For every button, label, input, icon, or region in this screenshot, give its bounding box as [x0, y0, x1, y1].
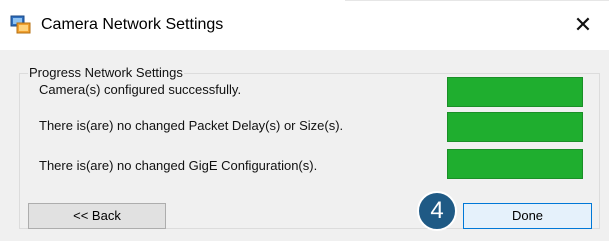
close-button[interactable]: ✕ [568, 13, 598, 39]
status-label-packet-delay: There is(are) no changed Packet Delay(s)… [39, 118, 344, 133]
done-button[interactable]: Done [463, 203, 592, 229]
app-network-icon [10, 15, 31, 34]
title-bar: Camera Network Settings ✕ [0, 0, 609, 50]
step-number-badge: 4 [417, 191, 457, 231]
back-button[interactable]: << Back [28, 203, 166, 229]
window-title: Camera Network Settings [41, 16, 224, 33]
status-label-gige-config: There is(are) no changed GigE Configurat… [39, 158, 318, 173]
group-title: Progress Network Settings [28, 65, 184, 81]
status-indicator-packet-delay [447, 112, 583, 142]
status-indicator-gige-config [447, 149, 583, 179]
dialog-body: Progress Network Settings Camera(s) conf… [0, 50, 609, 241]
status-label-camera-configured: Camera(s) configured successfully. [39, 82, 242, 97]
title-separator [345, 0, 609, 1]
status-indicator-camera-configured [447, 77, 583, 107]
